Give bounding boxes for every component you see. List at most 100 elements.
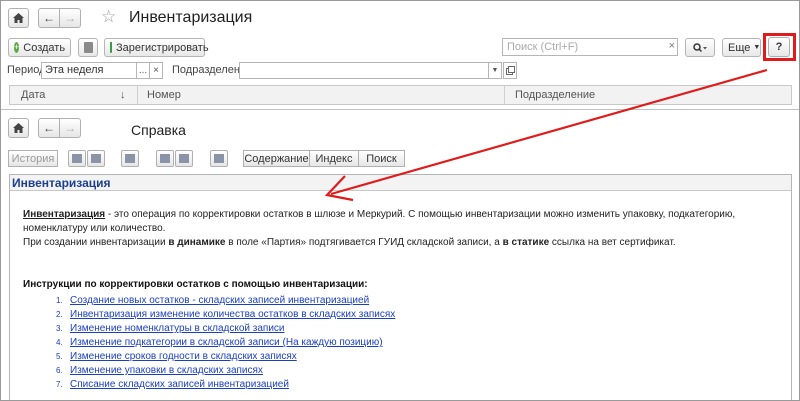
column-separator bbox=[504, 86, 505, 104]
period-field[interactable]: Эта неделя bbox=[41, 62, 137, 79]
list-item: 2. Инвентаризация изменение количества ос… bbox=[56, 308, 395, 322]
more-label: Еще bbox=[728, 41, 751, 54]
dynamic-paragraph: При создании инвентаризации в динамике в… bbox=[23, 236, 775, 250]
list-item: 3. Изменение номенклатуры в складской зап… bbox=[56, 322, 395, 336]
help-search-button[interactable]: Поиск bbox=[358, 150, 405, 167]
period-clear-button[interactable]: × bbox=[149, 62, 163, 79]
help-window: ← → Справка История Содержание Индекс По… bbox=[1, 109, 799, 400]
instruction-link[interactable]: Создание новых остатков - складских запи… bbox=[70, 295, 369, 306]
instruction-link[interactable]: Изменение номенклатуры в складской запис… bbox=[70, 323, 285, 334]
list-number: 5. bbox=[56, 352, 63, 361]
layout-icon bbox=[179, 154, 189, 163]
table-header: Дата ↓ Номер Подразделение bbox=[9, 85, 792, 105]
screenshot-frame: ← → ☆ Инвентаризация + Создать Зарегистр… bbox=[0, 0, 800, 401]
list-number: 3. bbox=[56, 324, 63, 334]
dynamic-bold-2: в статике bbox=[502, 237, 550, 248]
favorite-star-icon[interactable]: ☆ bbox=[101, 7, 116, 27]
arrow-left-icon: ← bbox=[43, 121, 55, 135]
list-number: 1. bbox=[56, 296, 63, 306]
home-icon bbox=[13, 13, 24, 23]
chevron-down-icon: ▼ bbox=[753, 44, 761, 51]
help-highlight-box bbox=[763, 33, 796, 61]
help-search-label: Поиск bbox=[366, 152, 397, 165]
print-button[interactable] bbox=[210, 150, 228, 167]
instruction-link[interactable]: Списание складских записей инвентаризаци… bbox=[70, 379, 289, 390]
register-label: Зарегистрировать bbox=[116, 41, 209, 54]
division-open-button[interactable] bbox=[503, 62, 517, 79]
contents-label: Содержание bbox=[244, 152, 309, 165]
dynamic-text-3: ссылка на вет сертификат. bbox=[549, 237, 676, 248]
create-label: Создать bbox=[23, 41, 66, 54]
copy-button[interactable] bbox=[78, 38, 98, 57]
preview-icon bbox=[125, 154, 135, 163]
panel-toggle-button-2[interactable] bbox=[87, 150, 105, 167]
division-field[interactable] bbox=[239, 62, 489, 79]
page-title: Инвентаризация bbox=[129, 9, 253, 26]
division-dropdown-button[interactable]: ▼ bbox=[488, 62, 502, 79]
instructions-title: Инструкции по корректировки остатков с п… bbox=[23, 279, 368, 290]
home-icon bbox=[13, 123, 24, 133]
column-number[interactable]: Номер bbox=[147, 89, 181, 101]
help-back-button[interactable]: ← bbox=[38, 118, 60, 138]
sort-indicator: ↓ bbox=[120, 89, 126, 101]
list-item: 5. Изменение сроков годности в складских … bbox=[56, 350, 395, 364]
help-title: Справка bbox=[131, 122, 186, 138]
instruction-link[interactable]: Изменение подкатегории в складской запис… bbox=[70, 337, 383, 348]
index-label: Индекс bbox=[315, 152, 353, 165]
instructions-list: 1. Создание новых остатков - складских за… bbox=[56, 294, 395, 391]
intro-paragraph: Инвентаризация - это операция по коррект… bbox=[23, 208, 775, 236]
chevron-down-icon: ▼ bbox=[491, 67, 499, 74]
panel-toggle-button[interactable] bbox=[68, 150, 86, 167]
panel-icon bbox=[72, 154, 82, 163]
panel-icon bbox=[91, 154, 101, 163]
print-preview-button[interactable] bbox=[121, 150, 139, 167]
back-button[interactable]: ← bbox=[38, 8, 60, 28]
search-icon bbox=[693, 42, 707, 52]
column-division[interactable]: Подразделение bbox=[515, 89, 595, 101]
main-window: ← → ☆ Инвентаризация + Создать Зарегистр… bbox=[1, 1, 799, 113]
list-number: 2. bbox=[56, 310, 63, 320]
forward-button[interactable]: → bbox=[59, 8, 81, 28]
period-select-button[interactable]: ... bbox=[136, 62, 150, 79]
dynamic-bold-1: в динамике bbox=[168, 237, 226, 248]
clear-icon[interactable]: × bbox=[669, 40, 675, 52]
list-item: 1. Создание новых остатков - складских за… bbox=[56, 294, 395, 308]
dynamic-text-1: При создании инвентаризации bbox=[23, 237, 169, 248]
search-placeholder: Поиск (Ctrl+F) bbox=[507, 41, 579, 53]
main-titlebar: ← → ☆ Инвентаризация bbox=[1, 1, 799, 35]
open-link-icon bbox=[505, 66, 515, 75]
contents-button[interactable]: Содержание bbox=[243, 150, 310, 167]
list-number: 7. bbox=[56, 379, 63, 389]
instruction-link[interactable]: Инвентаризация изменение количества оста… bbox=[70, 309, 395, 320]
list-item: 4. Изменение подкатегории в складской зап… bbox=[56, 336, 395, 350]
search-input[interactable]: Поиск (Ctrl+F) × bbox=[502, 38, 678, 56]
more-button[interactable]: Еще ▼ bbox=[722, 38, 761, 57]
intro-term[interactable]: Инвентаризация bbox=[23, 209, 105, 220]
printer-icon bbox=[214, 154, 224, 163]
help-heading-text: Инвентаризация bbox=[12, 176, 111, 190]
help-home-button[interactable] bbox=[8, 118, 29, 138]
instruction-link[interactable]: Изменение упаковки в складских записях bbox=[70, 365, 263, 376]
index-button[interactable]: Индекс bbox=[309, 150, 359, 167]
document-icon bbox=[83, 42, 93, 53]
instruction-link[interactable]: Изменение сроков годности в складских за… bbox=[70, 351, 297, 362]
filter-row: Период: Эта неделя ... × Подразделение: … bbox=[1, 60, 799, 82]
layout-button[interactable] bbox=[156, 150, 174, 167]
search-button[interactable] bbox=[685, 38, 715, 57]
list-number: 6. bbox=[56, 365, 63, 375]
column-date[interactable]: Дата bbox=[21, 89, 45, 101]
column-separator bbox=[137, 86, 138, 104]
create-button[interactable]: + Создать bbox=[8, 38, 71, 57]
register-button[interactable]: Зарегистрировать bbox=[104, 38, 209, 57]
shield-icon bbox=[110, 42, 112, 53]
history-button[interactable]: История bbox=[8, 150, 58, 167]
home-button[interactable] bbox=[8, 8, 29, 28]
list-number: 4. bbox=[56, 338, 63, 348]
layout-button-2[interactable] bbox=[175, 150, 193, 167]
list-item: 7. Списание складских записей инвентариза… bbox=[56, 377, 395, 391]
main-toolbar: + Создать Зарегистрировать bbox=[1, 35, 799, 59]
dynamic-text-2: в поле «Партия» подтягивается ГУИД склад… bbox=[225, 237, 503, 248]
help-forward-button[interactable]: → bbox=[59, 118, 81, 138]
layout-icon bbox=[160, 154, 170, 163]
arrow-right-icon: → bbox=[64, 11, 76, 25]
